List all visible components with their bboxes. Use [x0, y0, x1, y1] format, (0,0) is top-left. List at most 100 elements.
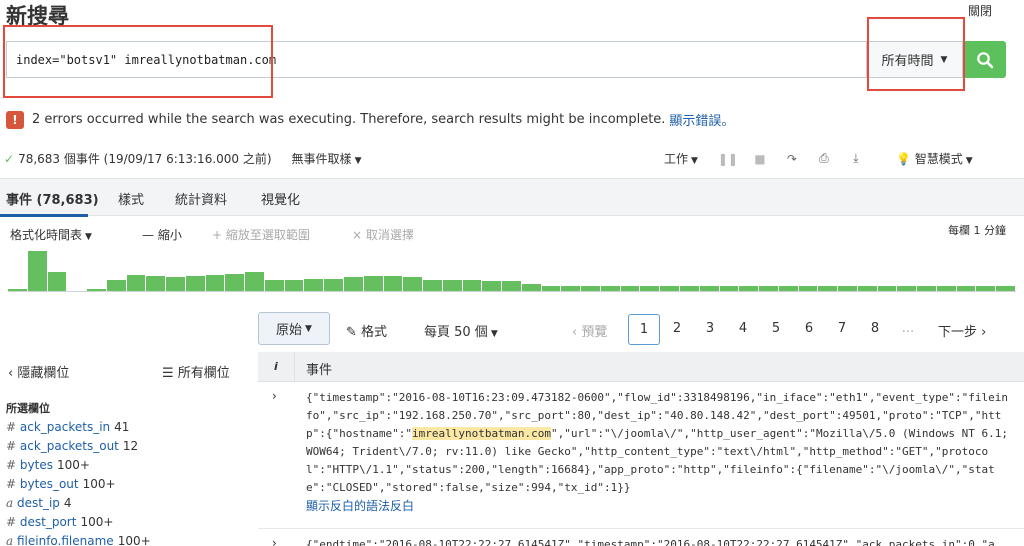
histogram-bar[interactable] — [482, 281, 502, 291]
histogram-bar[interactable] — [146, 276, 166, 291]
expand-chevron-icon[interactable]: › — [272, 389, 277, 403]
tab-patterns[interactable]: 樣式 — [118, 189, 144, 208]
stop-icon[interactable]: ■ — [744, 152, 776, 166]
histogram-bar[interactable] — [640, 286, 660, 291]
print-icon[interactable]: ⎙ — [808, 151, 840, 166]
search-mode-menu[interactable]: 💡 智慧模式 ▼ — [896, 150, 973, 167]
histogram-bar[interactable] — [87, 288, 106, 291]
share-icon[interactable]: ↷ — [776, 152, 808, 166]
expand-chevron-icon[interactable]: › — [272, 536, 277, 546]
search-bar[interactable]: index="botsv1" imreallynotbatman.com 所有時… — [6, 41, 963, 78]
field-item[interactable]: # bytes 100+ — [6, 456, 151, 475]
histogram-bar[interactable] — [324, 278, 343, 291]
histogram-bar[interactable] — [344, 277, 363, 291]
deselect-button[interactable]: × 取消選擇 — [352, 226, 414, 243]
page-4[interactable]: 4 — [727, 321, 759, 336]
time-range-picker[interactable]: 所有時間 ▼ — [866, 42, 962, 77]
field-item[interactable]: # ack_packets_in 41 — [6, 418, 151, 437]
show-errors-link[interactable]: 顯示錯誤。 — [669, 110, 734, 129]
histogram-bar[interactable] — [739, 286, 759, 291]
histogram-bar[interactable] — [581, 286, 600, 291]
histogram-bar[interactable] — [600, 286, 620, 291]
format-timeline-menu[interactable]: 格式化時間表 ▼ — [10, 226, 92, 243]
view-mode-dropdown[interactable]: 原始 ▼ — [258, 312, 330, 345]
all-fields-button[interactable]: ☰ 所有欄位 — [162, 362, 230, 381]
search-input[interactable]: index="botsv1" imreallynotbatman.com — [16, 53, 276, 67]
histogram-bar[interactable] — [838, 286, 857, 291]
field-item[interactable]: a dest_ip 4 — [6, 494, 151, 513]
histogram-bar[interactable] — [759, 286, 778, 291]
histogram-bar[interactable] — [166, 277, 185, 291]
hide-fields-button[interactable]: ‹ 隱藏欄位 — [8, 362, 69, 381]
per-page-dropdown[interactable]: 每頁 50 個 ▼ — [424, 321, 498, 340]
histogram-bar[interactable] — [245, 272, 264, 291]
sampling-dropdown[interactable]: 無事件取樣 ▼ — [292, 150, 362, 167]
histogram-bar[interactable] — [897, 286, 917, 291]
histogram-bar[interactable] — [719, 286, 739, 291]
histogram-bar[interactable] — [857, 286, 877, 291]
histogram-bar[interactable] — [423, 279, 442, 291]
next-page-button[interactable]: 下一步 › — [938, 321, 986, 340]
histogram-bar[interactable] — [778, 286, 798, 291]
page-6[interactable]: 6 — [793, 321, 825, 336]
close-link[interactable]: 關閉 — [968, 2, 992, 19]
histogram-bar[interactable] — [363, 276, 383, 291]
histogram-bar[interactable] — [383, 276, 403, 291]
histogram-bar[interactable] — [462, 279, 482, 291]
histogram-bar[interactable] — [284, 279, 304, 291]
histogram-bar[interactable] — [976, 286, 996, 291]
page-3[interactable]: 3 — [694, 321, 726, 336]
format-button[interactable]: ✎ 格式 — [346, 321, 387, 340]
histogram-bar[interactable] — [877, 286, 897, 291]
prev-page-button[interactable]: ‹ 預覽 — [572, 321, 607, 340]
histogram-bar[interactable] — [8, 288, 27, 291]
histogram-bar[interactable] — [185, 276, 205, 291]
histogram-bar[interactable] — [936, 286, 956, 291]
tab-statistics[interactable]: 統計資料 — [175, 189, 227, 208]
histogram-bar[interactable] — [304, 278, 324, 291]
pause-icon[interactable]: ❚❚ — [712, 152, 744, 166]
histogram-bar[interactable] — [541, 286, 561, 291]
job-menu[interactable]: 工作 ▼ — [664, 150, 698, 167]
histogram-bar[interactable] — [502, 281, 521, 291]
histogram-bar[interactable] — [996, 286, 1015, 291]
histogram-bar[interactable] — [561, 286, 581, 291]
tab-events[interactable]: 事件 (78,683) — [6, 189, 99, 208]
histogram-bar[interactable] — [205, 274, 225, 291]
histogram-bar[interactable] — [956, 286, 976, 291]
histogram-bar[interactable] — [106, 279, 126, 291]
histogram-bar[interactable] — [521, 283, 541, 291]
histogram-bar[interactable] — [47, 272, 67, 291]
page-2[interactable]: 2 — [661, 321, 693, 336]
histogram-bar[interactable] — [620, 286, 640, 291]
histogram-bar[interactable] — [818, 286, 838, 291]
page-title: 新搜尋 — [6, 4, 69, 28]
field-item[interactable]: # dest_port 100+ — [6, 513, 151, 532]
page-7[interactable]: 7 — [826, 321, 858, 336]
field-item[interactable]: a fileinfo.filename 100+ — [6, 532, 151, 546]
histogram-bar[interactable] — [442, 279, 462, 291]
histogram-bar[interactable] — [264, 279, 284, 291]
histogram-bar[interactable] — [225, 273, 245, 291]
show-syntax-highlight-link[interactable]: 顯示反白的語法反白 — [306, 497, 1014, 515]
histogram-bar[interactable] — [126, 274, 146, 291]
search-button[interactable] — [963, 41, 1006, 78]
zoom-to-selection-button[interactable]: + 縮放至選取範圍 — [212, 226, 310, 243]
histogram-bar[interactable] — [660, 286, 679, 291]
page-8[interactable]: 8 — [859, 321, 891, 336]
page-5[interactable]: 5 — [760, 321, 792, 336]
field-item[interactable]: # ack_packets_out 12 — [6, 437, 151, 456]
field-item[interactable]: # bytes_out 100+ — [6, 475, 151, 494]
column-divider — [294, 352, 295, 382]
page-1[interactable]: 1 — [628, 314, 660, 345]
histogram-bar[interactable] — [699, 286, 719, 291]
export-icon[interactable]: ⤓ — [840, 151, 872, 166]
histogram-bar[interactable] — [798, 286, 818, 291]
tab-visualization[interactable]: 視覺化 — [261, 189, 300, 208]
histogram-bar[interactable] — [403, 277, 423, 291]
event-histogram[interactable] — [8, 250, 1016, 292]
histogram-bar[interactable] — [680, 286, 699, 291]
histogram-bar[interactable] — [27, 251, 47, 291]
histogram-bar[interactable] — [917, 286, 936, 291]
zoom-out-button[interactable]: — 縮小 — [142, 226, 182, 243]
